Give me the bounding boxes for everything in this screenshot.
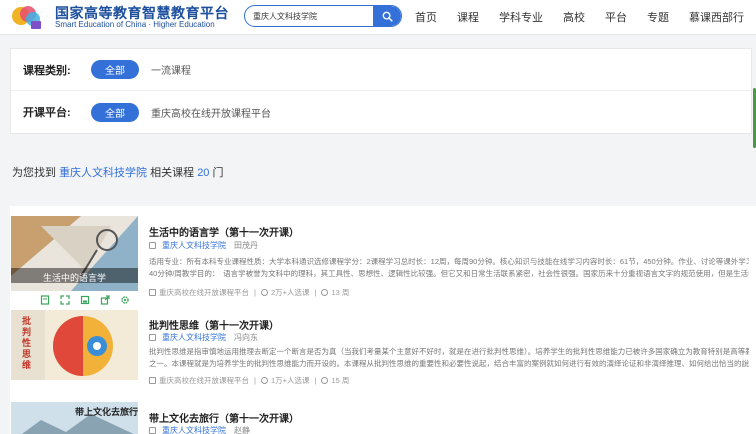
course-meta: 重庆人文科技学院 赵静 xyxy=(149,425,250,434)
summary-suffix: 门 xyxy=(212,167,224,179)
course-card[interactable]: 生活中的语言学 生活中的语言学（第十一次开课） 重庆人文科技学院 田茂丹 适用专… xyxy=(10,216,756,300)
course-platform: 重庆高校在线开放课程平台 xyxy=(159,376,249,385)
course-description-line2: 40分钟/周教学目的： 语言学被誉为文科中的理科，其工具性、思想性、逻辑性比较强… xyxy=(149,269,749,278)
platform-label: 开课平台: xyxy=(23,107,71,119)
nav-mooc-west[interactable]: 慕课西部行 xyxy=(689,9,744,25)
search-button[interactable] xyxy=(373,6,401,26)
nav-courses[interactable]: 课程 xyxy=(457,9,479,25)
save-icon[interactable] xyxy=(78,293,92,307)
course-thumbnail[interactable]: 带上文化去旅行 xyxy=(11,402,138,434)
school-icon xyxy=(149,242,156,249)
filter-panel: 课程类别: 全部 一流课程 开课平台: 全部 重庆高校在线开放课程平台 xyxy=(10,48,752,134)
search-input[interactable] xyxy=(253,9,371,23)
course-title[interactable]: 批判性思维（第十一次开课） xyxy=(149,317,279,332)
main-nav: 首页 课程 学科专业 高校 平台 专题 慕课西部行 E xyxy=(415,9,756,25)
course-description-line2: 之一。本课程就是为培养学生的批判性思维能力而开设的。本课程从批判性思维的重要性和… xyxy=(149,359,749,368)
filter-row-category: 课程类别: 全部 一流课程 xyxy=(11,49,751,91)
course-enroll: 1万+人选课 xyxy=(270,376,310,385)
clock-icon xyxy=(321,289,329,296)
course-footer: 重庆高校在线开放课程平台 | 1万+人选课 | 15 周 xyxy=(149,375,349,386)
course-title[interactable]: 带上文化去旅行（第十一次开课） xyxy=(149,410,299,425)
course-platform: 重庆高校在线开放课程平台 xyxy=(159,288,249,297)
platform-option-chongqing[interactable]: 重庆高校在线开放课程平台 xyxy=(151,105,271,120)
course-card[interactable]: 批判性思维 批判性思维（第十一次开课） 重庆人文科技学院 冯向东 批判性思维是指… xyxy=(10,310,756,394)
summary-count: 20 xyxy=(197,167,210,179)
bookmark-icon[interactable] xyxy=(38,293,52,307)
course-weeks: 13 周 xyxy=(331,288,350,297)
course-footer: 重庆高校在线开放课程平台 | 2万+人选课 | 13 周 xyxy=(149,287,349,298)
course-card[interactable]: 带上文化去旅行 带上文化去旅行（第十一次开课） 重庆人文科技学院 赵静 xyxy=(10,402,756,434)
nav-disciplines[interactable]: 学科专业 xyxy=(499,9,543,25)
category-label: 课程类别: xyxy=(23,64,71,77)
summary-keyword: 重庆人文科技学院 xyxy=(59,167,148,179)
course-description-line1: 适用专业：所有本科专业课程性质：大学本科通识选修课程学分：2课程学习总时长：12… xyxy=(149,257,749,266)
course-meta: 重庆人文科技学院 田茂丹 xyxy=(149,240,258,251)
nav-topics[interactable]: 专题 xyxy=(647,9,669,25)
settings-gear-icon[interactable] xyxy=(118,293,132,307)
course-enroll: 2万+人选课 xyxy=(270,288,310,297)
fullscreen-icon[interactable] xyxy=(58,293,72,307)
course-description-line1: 批判性思维是指审慎地运用推理去断定一个断言是否为真（当我们考量某个主意好不好时，… xyxy=(149,347,749,356)
category-all-button[interactable]: 全部 xyxy=(91,60,139,79)
result-summary: 为您找到 重庆人文科技学院 相关课程 20 门 xyxy=(12,164,224,180)
brand-subtitle: Smart Education of China · Higher Educat… xyxy=(55,20,215,29)
platform-all-button[interactable]: 全部 xyxy=(91,102,139,122)
enroll-icon xyxy=(260,289,268,296)
summary-middle: 相关课程 xyxy=(150,167,195,179)
course-action-bar xyxy=(38,292,148,308)
course-teacher: 冯向东 xyxy=(234,333,258,342)
filter-row-platform: 开课平台: 全部 重庆高校在线开放课程平台 xyxy=(11,91,751,133)
school-icon xyxy=(149,427,156,434)
clock-icon xyxy=(321,377,329,384)
course-school[interactable]: 重庆人文科技学院 xyxy=(162,425,226,434)
course-title[interactable]: 生活中的语言学（第十一次开课） xyxy=(149,224,299,239)
course-teacher: 田茂丹 xyxy=(234,241,258,250)
thumbnail-caption: 批判性思维 xyxy=(22,316,32,370)
search-box xyxy=(244,5,402,27)
course-weeks: 15 周 xyxy=(331,376,350,385)
share-icon[interactable] xyxy=(98,293,112,307)
course-list: 生活中的语言学 生活中的语言学（第十一次开课） 重庆人文科技学院 田茂丹 适用专… xyxy=(10,206,756,434)
nav-platforms[interactable]: 平台 xyxy=(605,9,627,25)
category-option-first-class[interactable]: 一流课程 xyxy=(151,62,191,77)
course-teacher: 赵静 xyxy=(234,426,250,434)
summary-prefix: 为您找到 xyxy=(12,167,56,179)
course-thumbnail[interactable]: 批判性思维 xyxy=(11,310,138,380)
enroll-icon xyxy=(260,377,268,384)
platform-logo-icon[interactable] xyxy=(10,3,44,31)
school-icon xyxy=(149,334,156,341)
top-header: 国家高等教育智慧教育平台 Smart Education of China · … xyxy=(0,0,756,35)
thumbnail-caption: 带上文化去旅行 xyxy=(75,407,138,417)
thumbnail-caption: 生活中的语言学 xyxy=(42,273,106,283)
course-school[interactable]: 重庆人文科技学院 xyxy=(162,332,226,343)
nav-home[interactable]: 首页 xyxy=(415,9,437,25)
platform-icon xyxy=(149,289,156,296)
course-school[interactable]: 重庆人文科技学院 xyxy=(162,240,226,251)
search-icon xyxy=(382,11,393,22)
course-meta: 重庆人文科技学院 冯向东 xyxy=(149,332,258,343)
nav-universities[interactable]: 高校 xyxy=(563,9,585,25)
platform-icon xyxy=(149,377,156,384)
course-thumbnail[interactable]: 生活中的语言学 xyxy=(11,216,138,291)
